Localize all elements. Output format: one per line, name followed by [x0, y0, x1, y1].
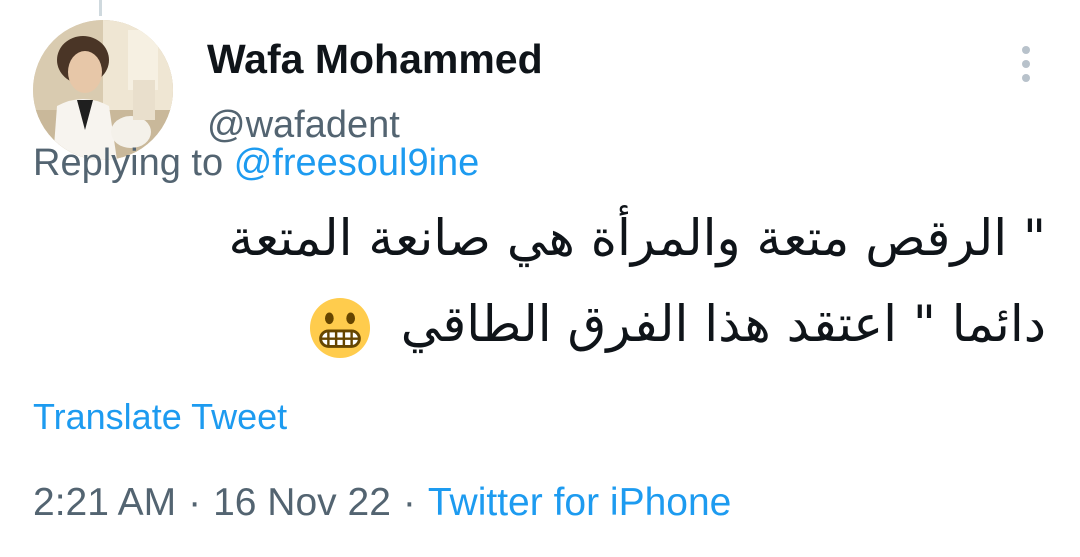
tweet-date[interactable]: 16 Nov 22: [213, 481, 391, 524]
tweet-text-line: " الرقص متعة والمرأة هي صانعة المتعة: [228, 209, 1046, 267]
tweet-metadata: 2:21 AM · 16 Nov 22 · Twitter for iPhone: [33, 481, 731, 525]
avatar-image: [33, 20, 173, 160]
tweet-time[interactable]: 2:21 AM: [33, 481, 176, 524]
thread-connector-line: [99, 0, 102, 16]
tweet-source-link[interactable]: Twitter for iPhone: [428, 481, 731, 524]
replying-to: Replying to @freesoul9ine: [33, 142, 479, 185]
tweet-text: " الرقص متعة والمرأة هي صانعة المتعة دائ…: [26, 195, 1046, 367]
more-vertical-icon: [1022, 46, 1030, 54]
more-vertical-icon-dot: [1022, 74, 1030, 82]
author-handle[interactable]: @wafadent: [207, 104, 400, 147]
tweet-text-line-2: دائما " اعتقد هذا الفرق الطاقي: [26, 281, 1046, 367]
reply-mention-link[interactable]: @freesoul9ine: [234, 142, 480, 184]
meta-separator: ·: [188, 481, 202, 524]
meta-separator: ·: [402, 481, 416, 524]
more-vertical-icon-dot: [1022, 60, 1030, 68]
more-options-button[interactable]: [1008, 42, 1044, 86]
avatar[interactable]: [33, 20, 173, 160]
tweet-detail: Wafa Mohammed @wafadent Replying to @fre…: [0, 0, 1080, 557]
grimacing-face-emoji: [309, 297, 370, 358]
tweet-text-line: دائما " اعتقد هذا الفرق الطاقي: [400, 295, 1046, 353]
translate-tweet-link[interactable]: Translate Tweet: [33, 396, 287, 438]
replying-to-label: Replying to: [33, 142, 224, 184]
author-display-name[interactable]: Wafa Mohammed: [207, 36, 543, 83]
